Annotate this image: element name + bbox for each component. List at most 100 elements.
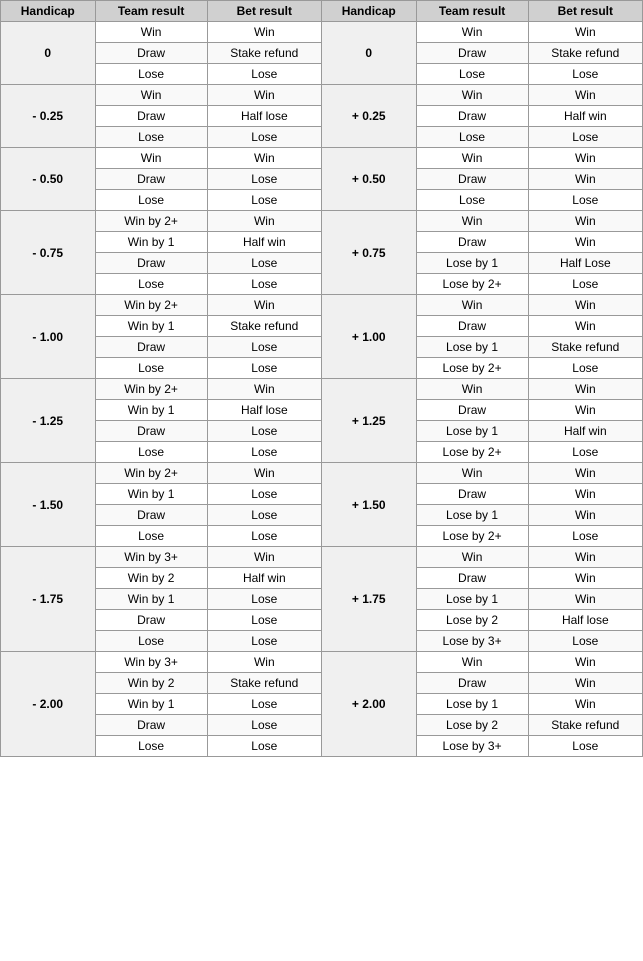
left-team-result: Win by 2+ (95, 379, 207, 400)
right-bet-result: Win (528, 211, 642, 232)
right-team-result: Lose by 1 (416, 253, 528, 274)
left-bet-result: Win (207, 22, 321, 43)
left-team-result: Draw (95, 505, 207, 526)
right-team-result: Lose by 1 (416, 694, 528, 715)
left-team-result: Win by 3+ (95, 652, 207, 673)
left-bet-result: Stake refund (207, 316, 321, 337)
right-team-result: Win (416, 211, 528, 232)
right-handicap-cell: + 0.75 (321, 211, 416, 295)
right-team-result: Draw (416, 400, 528, 421)
left-bet-result: Lose (207, 190, 321, 211)
right-bet-result: Half Lose (528, 253, 642, 274)
handicap-table: Handicap Team result Bet result Handicap… (0, 0, 643, 757)
left-bet-result: Lose (207, 442, 321, 463)
right-team-result: Lose (416, 190, 528, 211)
right-bet-result: Win (528, 232, 642, 253)
right-team-result: Win (416, 652, 528, 673)
right-bet-result: Win (528, 589, 642, 610)
left-bet-result: Stake refund (207, 43, 321, 64)
right-bet-result: Lose (528, 442, 642, 463)
table-row: - 2.00Win by 3+Win+ 2.00WinWin (1, 652, 643, 673)
left-bet-result: Win (207, 211, 321, 232)
right-team-result: Draw (416, 673, 528, 694)
left-handicap-cell: - 0.75 (1, 211, 96, 295)
right-bet-result: Lose (528, 358, 642, 379)
header-row: Handicap Team result Bet result Handicap… (1, 1, 643, 22)
table-row: - 1.00Win by 2+Win+ 1.00WinWin (1, 295, 643, 316)
table-row: - 1.50Win by 2+Win+ 1.50WinWin (1, 463, 643, 484)
left-bet-result: Half lose (207, 400, 321, 421)
right-team-result: Win (416, 22, 528, 43)
right-team-result: Lose (416, 127, 528, 148)
left-team-result: Lose (95, 64, 207, 85)
right-bet-result: Win (528, 484, 642, 505)
left-team-result: Draw (95, 106, 207, 127)
left-bet-result: Lose (207, 358, 321, 379)
right-team-result: Draw (416, 232, 528, 253)
right-bet-result: Win (528, 169, 642, 190)
right-bet-result: Stake refund (528, 43, 642, 64)
right-team-result: Lose by 1 (416, 505, 528, 526)
right-bet-result: Win (528, 85, 642, 106)
left-team-result: Lose (95, 358, 207, 379)
right-team-result: Lose by 2+ (416, 526, 528, 547)
right-team-result: Draw (416, 484, 528, 505)
left-team-result: Win by 1 (95, 589, 207, 610)
left-team-result: Win by 2 (95, 673, 207, 694)
left-team-result: Win (95, 148, 207, 169)
left-team-result: Win (95, 22, 207, 43)
left-bet-result: Lose (207, 736, 321, 757)
right-bet-result: Half win (528, 106, 642, 127)
right-team-result-header: Team result (416, 1, 528, 22)
left-team-result: Lose (95, 736, 207, 757)
right-bet-result: Win (528, 505, 642, 526)
right-bet-result: Win (528, 673, 642, 694)
right-team-result: Draw (416, 568, 528, 589)
right-handicap-cell: 0 (321, 22, 416, 85)
left-team-result: Win by 3+ (95, 547, 207, 568)
left-bet-result: Lose (207, 274, 321, 295)
right-bet-result: Win (528, 379, 642, 400)
left-team-result: Win by 1 (95, 400, 207, 421)
left-bet-result: Win (207, 85, 321, 106)
left-bet-result: Lose (207, 526, 321, 547)
left-team-result: Win by 1 (95, 694, 207, 715)
left-team-result: Win by 2 (95, 568, 207, 589)
left-handicap-header: Handicap (1, 1, 96, 22)
right-bet-result: Lose (528, 526, 642, 547)
left-bet-result: Lose (207, 610, 321, 631)
table-row: - 1.75Win by 3+Win+ 1.75WinWin (1, 547, 643, 568)
right-team-result: Draw (416, 43, 528, 64)
left-team-result: Win by 2+ (95, 463, 207, 484)
left-bet-result: Win (207, 148, 321, 169)
left-bet-result: Win (207, 652, 321, 673)
left-bet-result: Lose (207, 484, 321, 505)
right-team-result: Lose by 2+ (416, 442, 528, 463)
right-bet-result: Lose (528, 274, 642, 295)
left-team-result: Win by 2+ (95, 211, 207, 232)
right-bet-result: Win (528, 547, 642, 568)
left-team-result: Lose (95, 190, 207, 211)
table-row: - 0.50WinWin+ 0.50WinWin (1, 148, 643, 169)
table-row: 0WinWin0WinWin (1, 22, 643, 43)
right-team-result: Lose by 3+ (416, 631, 528, 652)
right-handicap-cell: + 1.00 (321, 295, 416, 379)
right-bet-result: Half lose (528, 610, 642, 631)
right-team-result: Lose by 3+ (416, 736, 528, 757)
left-team-result: Lose (95, 526, 207, 547)
left-handicap-cell: - 2.00 (1, 652, 96, 757)
left-team-result: Lose (95, 127, 207, 148)
left-handicap-cell: - 1.50 (1, 463, 96, 547)
right-team-result: Draw (416, 169, 528, 190)
right-handicap-cell: + 1.25 (321, 379, 416, 463)
right-team-result: Lose by 1 (416, 337, 528, 358)
left-bet-result: Win (207, 463, 321, 484)
left-handicap-cell: - 1.25 (1, 379, 96, 463)
right-bet-result: Lose (528, 736, 642, 757)
right-handicap-cell: + 0.50 (321, 148, 416, 211)
left-bet-result: Lose (207, 421, 321, 442)
right-team-result: Lose by 2 (416, 715, 528, 736)
right-team-result: Lose by 2 (416, 610, 528, 631)
right-team-result: Lose by 2+ (416, 274, 528, 295)
left-team-result: Draw (95, 715, 207, 736)
